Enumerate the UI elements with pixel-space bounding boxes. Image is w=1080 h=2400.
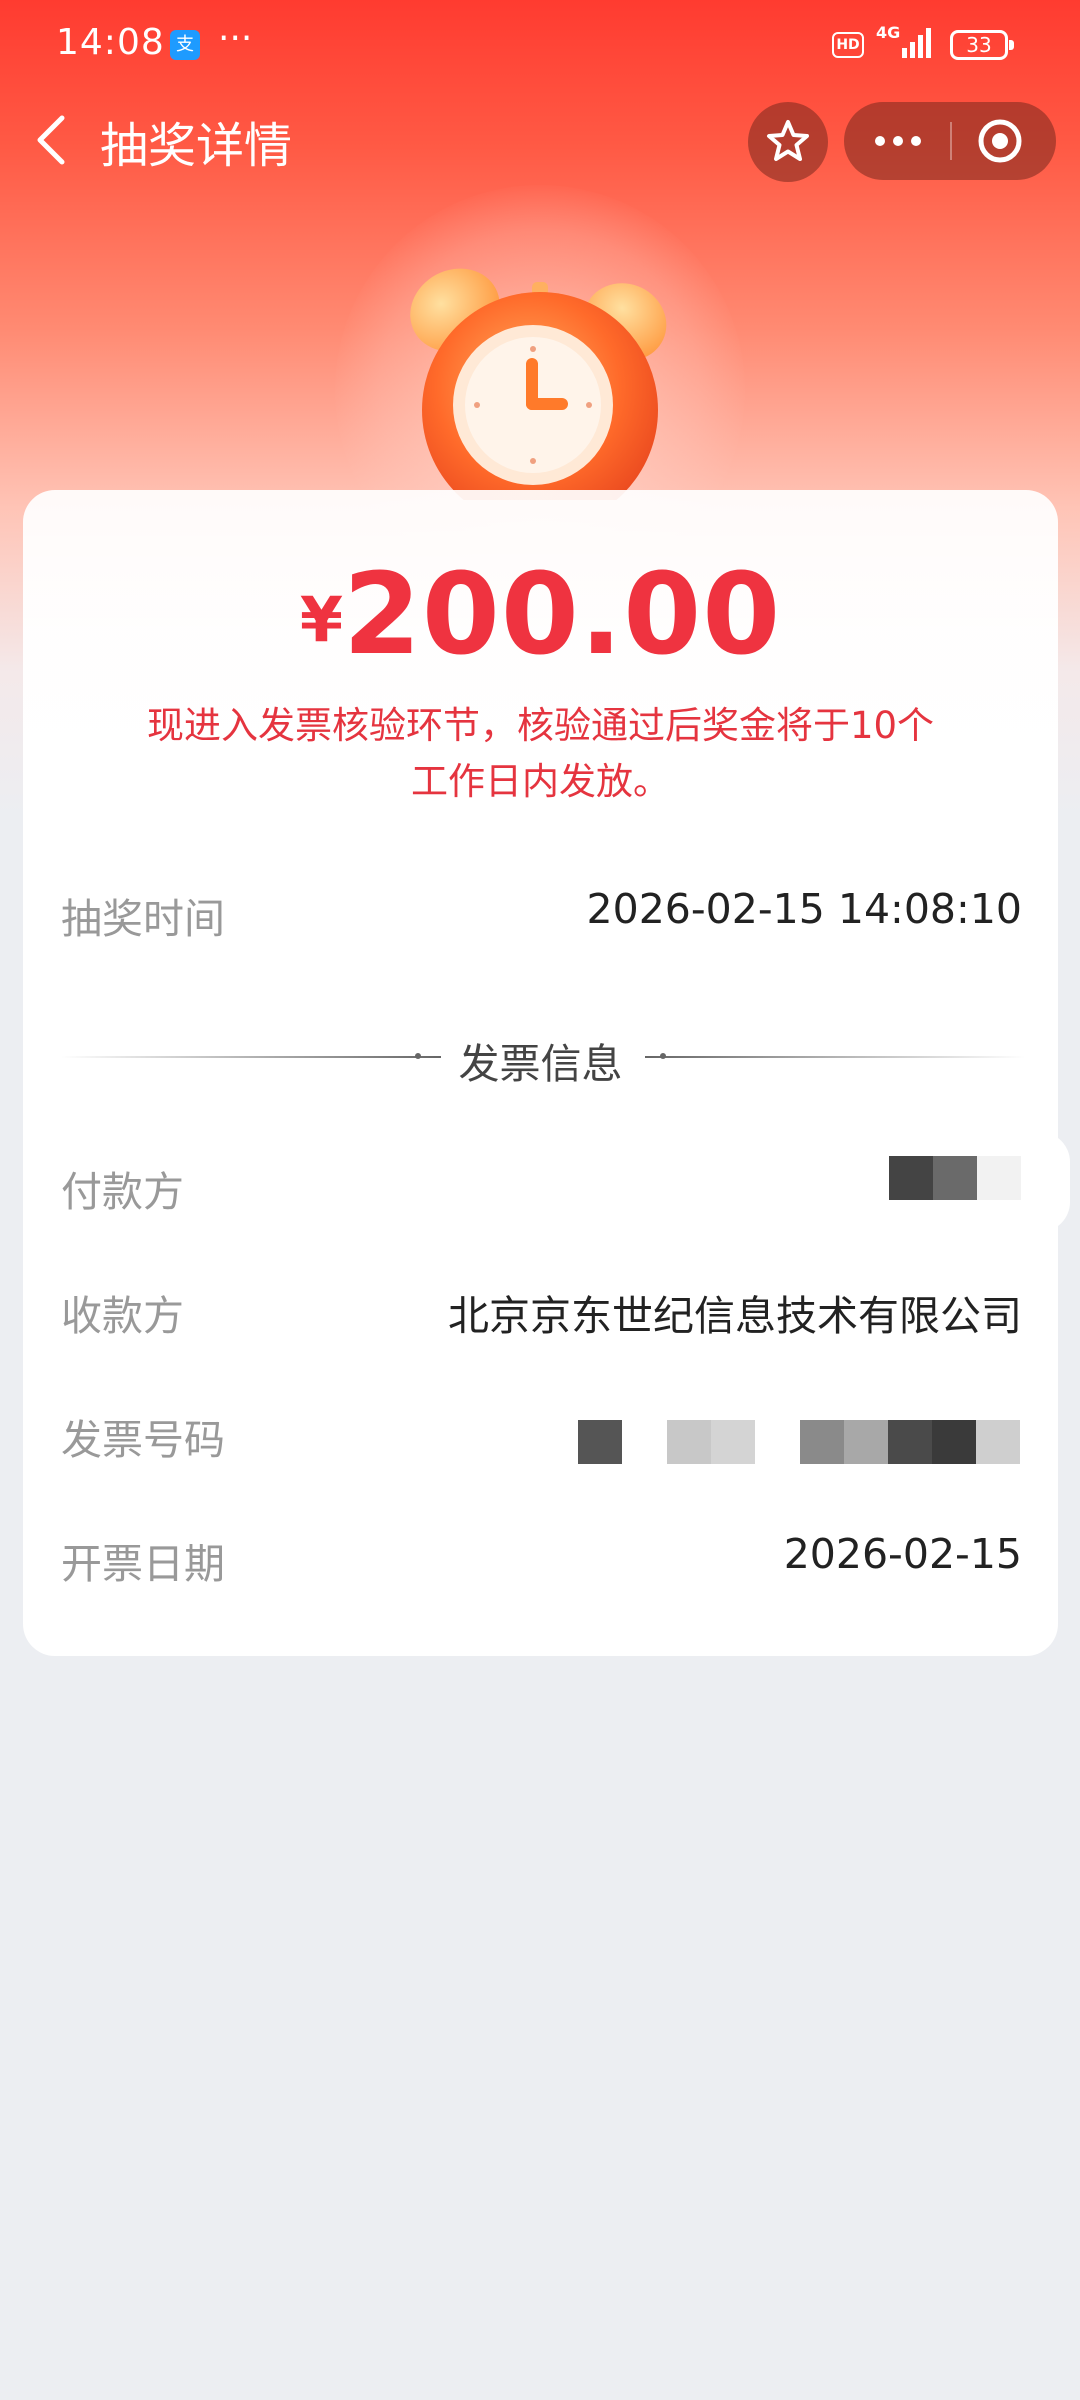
status-bar: 14:08 支 ··· HD 4G 33: [0, 0, 1080, 90]
issue-date-label: 开票日期: [61, 1540, 225, 1588]
invoice-section-title: 发票信息: [458, 1040, 623, 1088]
close-miniprogram-button[interactable]: [952, 102, 1056, 180]
verification-notice: 现进入发票核验环节，核验通过后奖金将于10个工作日内发放。: [146, 704, 935, 803]
prize-amount: ¥200.00: [23, 550, 1058, 680]
prize-detail-card: ¥200.00 现进入发票核验环节，核验通过后奖金将于10个工作日内发放。 抽奖…: [23, 490, 1058, 1656]
alipay-icon: 支: [170, 30, 200, 60]
mini-program-capsule: [844, 102, 1056, 180]
favorite-button[interactable]: [748, 102, 828, 182]
star-icon: [767, 120, 809, 161]
amount-value: 200.00: [342, 550, 782, 680]
invoice-number-label: 发票号码: [61, 1416, 225, 1464]
section-divider-right: [645, 1056, 1025, 1058]
status-more: ···: [218, 18, 253, 59]
alarm-clock-icon: [410, 268, 667, 500]
payer-label: 付款方: [61, 1168, 184, 1216]
signal-icon: 4G: [876, 23, 931, 58]
target-circle-icon: [978, 119, 1022, 163]
payee-value: 北京京东世纪信息技术有限公司: [448, 1292, 1022, 1340]
side-float-tab[interactable]: [1040, 1132, 1070, 1232]
draw-time-value: 2026-02-15 14:08:10: [586, 885, 1022, 933]
status-time: 14:08: [56, 22, 165, 63]
page-title: 抽奖详情: [100, 118, 293, 174]
hd-badge: HD: [832, 32, 864, 58]
more-button[interactable]: [844, 102, 949, 180]
battery-icon: 33: [950, 30, 1014, 60]
draw-time-label: 抽奖时间: [61, 895, 225, 943]
more-dots-icon: [875, 136, 921, 146]
chevron-left-icon: [37, 115, 65, 165]
issue-date-value: 2026-02-15: [783, 1530, 1022, 1578]
currency-symbol: ¥: [299, 583, 343, 656]
back-button[interactable]: [30, 110, 80, 170]
payee-label: 收款方: [61, 1292, 184, 1340]
network-label: 4G: [876, 23, 900, 42]
